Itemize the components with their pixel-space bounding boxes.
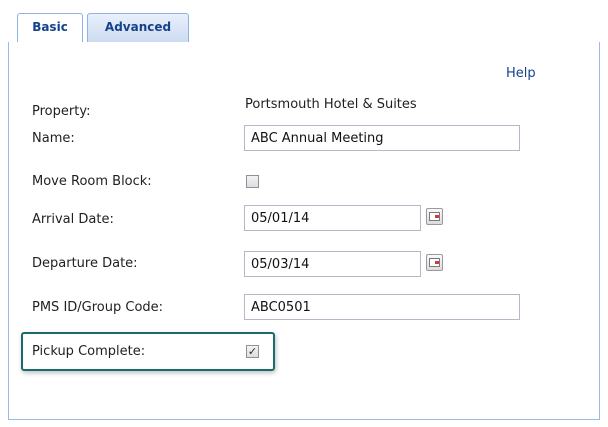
pickup-complete-label: Pickup Complete: bbox=[32, 344, 146, 359]
move-room-block-label: Move Room Block: bbox=[32, 174, 152, 189]
departure-date-label: Departure Date: bbox=[32, 256, 138, 271]
tab-basic[interactable]: Basic bbox=[17, 13, 83, 43]
pickup-complete-checkbox[interactable]: ✓ bbox=[246, 345, 259, 358]
name-field[interactable] bbox=[244, 125, 520, 151]
departure-date-field[interactable] bbox=[244, 251, 421, 277]
arrival-date-label: Arrival Date: bbox=[32, 212, 114, 227]
pms-group-code-label: PMS ID/Group Code: bbox=[32, 300, 164, 315]
name-label: Name: bbox=[32, 131, 75, 146]
checkmark-icon: ✓ bbox=[247, 345, 258, 358]
property-label: Property: bbox=[32, 104, 91, 119]
property-value: Portsmouth Hotel & Suites bbox=[245, 97, 417, 112]
tab-advanced[interactable]: Advanced bbox=[87, 13, 189, 42]
calendar-icon[interactable] bbox=[426, 208, 443, 225]
arrival-date-field[interactable] bbox=[244, 205, 421, 231]
move-room-block-checkbox[interactable] bbox=[246, 175, 259, 188]
tab-strip: Basic Advanced bbox=[8, 0, 600, 43]
help-link[interactable]: Help bbox=[506, 66, 536, 81]
calendar-icon[interactable] bbox=[426, 254, 443, 271]
pms-group-code-field[interactable] bbox=[244, 294, 520, 320]
